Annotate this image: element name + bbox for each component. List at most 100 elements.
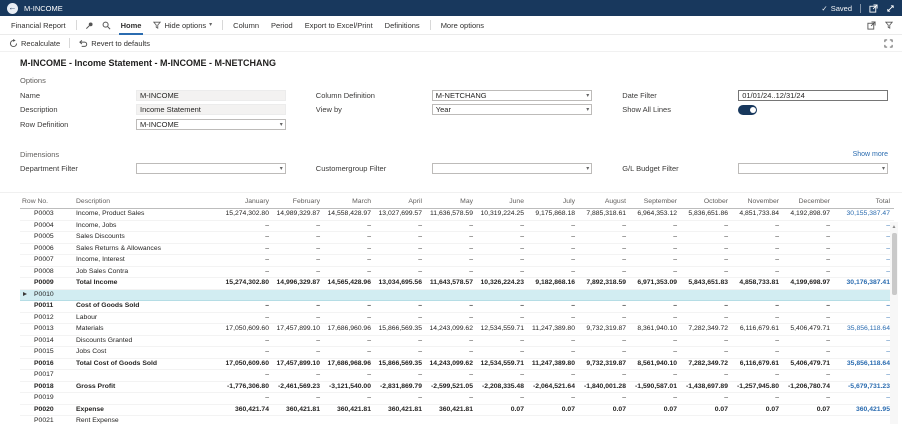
amount-cell[interactable]: -2,831,869.79 xyxy=(375,381,426,393)
amount-cell[interactable]: 360,421.81 xyxy=(426,404,477,416)
amount-cell[interactable]: -1,438,697.89 xyxy=(681,381,732,393)
table-row[interactable]: P0010 xyxy=(20,289,894,301)
table-row[interactable]: P0012Labour––––––––––––– xyxy=(20,312,894,324)
table-row[interactable]: P0005Sales Discounts––––––––––––– xyxy=(20,232,894,244)
amount-cell[interactable]: – xyxy=(579,393,630,405)
row-no-cell[interactable]: P0008 xyxy=(20,266,74,278)
amount-cell[interactable]: 9,732,319.87 xyxy=(579,358,630,370)
amount-cell[interactable]: – xyxy=(375,347,426,359)
amount-cell[interactable]: – xyxy=(375,266,426,278)
row-no-cell[interactable]: P0017 xyxy=(20,370,74,382)
amount-cell[interactable]: 17,050,609.60 xyxy=(222,358,273,370)
amount-cell[interactable] xyxy=(783,416,834,424)
amount-cell[interactable]: – xyxy=(324,232,375,244)
column-header[interactable]: January xyxy=(222,196,273,209)
amount-cell[interactable]: – xyxy=(324,393,375,405)
table-row[interactable]: P0014Discounts Granted––––––––––––– xyxy=(20,335,894,347)
amount-cell[interactable]: – xyxy=(579,243,630,255)
amount-cell[interactable]: 14,243,099.62 xyxy=(426,358,477,370)
amount-cell[interactable]: – xyxy=(528,301,579,313)
amount-cell[interactable]: – xyxy=(426,347,477,359)
amount-cell[interactable]: 6,964,353.12 xyxy=(630,209,681,221)
department-filter-select[interactable] xyxy=(136,163,286,174)
amount-cell[interactable]: – xyxy=(732,243,783,255)
amount-cell[interactable]: – xyxy=(273,220,324,232)
table-row[interactable]: P0011Cost of Goods Sold––––––––––––– xyxy=(20,301,894,313)
total-cell[interactable]: 35,856,118.64 xyxy=(834,358,894,370)
amount-cell[interactable]: 10,326,224.23 xyxy=(477,278,528,290)
amount-cell[interactable]: 17,457,899.10 xyxy=(273,324,324,336)
menu-period[interactable]: Period xyxy=(269,16,295,35)
amount-cell[interactable]: – xyxy=(222,393,273,405)
pin-icon[interactable] xyxy=(85,21,94,30)
amount-cell[interactable]: – xyxy=(630,232,681,244)
amount-cell[interactable]: – xyxy=(375,301,426,313)
amount-cell[interactable]: 5,406,479.71 xyxy=(783,324,834,336)
amount-cell[interactable] xyxy=(222,416,273,424)
amount-cell[interactable]: 14,996,329.87 xyxy=(273,278,324,290)
amount-cell[interactable]: 4,192,898.97 xyxy=(783,209,834,221)
amount-cell[interactable]: – xyxy=(630,347,681,359)
amount-cell[interactable] xyxy=(273,289,324,301)
description-cell[interactable]: Jobs Cost xyxy=(74,347,222,359)
menu-column[interactable]: Column xyxy=(231,16,261,35)
amount-cell[interactable]: – xyxy=(681,393,732,405)
amount-cell[interactable]: 15,866,569.35 xyxy=(375,324,426,336)
table-row[interactable]: P0017––––––––––––– xyxy=(20,370,894,382)
amount-cell[interactable]: – xyxy=(630,335,681,347)
amount-cell[interactable] xyxy=(732,289,783,301)
back-button[interactable]: ← xyxy=(7,3,18,14)
amount-cell[interactable]: – xyxy=(630,266,681,278)
amount-cell[interactable]: 6,116,679.61 xyxy=(732,358,783,370)
amount-cell[interactable]: – xyxy=(528,312,579,324)
amount-cell[interactable]: – xyxy=(477,335,528,347)
total-cell[interactable]: – xyxy=(834,243,894,255)
amount-cell[interactable]: – xyxy=(324,243,375,255)
amount-cell[interactable]: – xyxy=(426,335,477,347)
amount-cell[interactable]: – xyxy=(426,220,477,232)
amount-cell[interactable]: – xyxy=(783,220,834,232)
amount-cell[interactable]: – xyxy=(783,255,834,267)
menu-export-excel-print[interactable]: Export to Excel/Print xyxy=(303,16,375,35)
description-cell[interactable]: Sales Discounts xyxy=(74,232,222,244)
amount-cell[interactable]: – xyxy=(732,312,783,324)
amount-cell[interactable] xyxy=(579,416,630,424)
amount-cell[interactable]: – xyxy=(375,255,426,267)
amount-cell[interactable] xyxy=(528,289,579,301)
amount-cell[interactable]: – xyxy=(375,393,426,405)
amount-cell[interactable]: – xyxy=(732,301,783,313)
amount-cell[interactable]: – xyxy=(375,220,426,232)
row-no-cell[interactable]: P0003 xyxy=(20,209,74,221)
table-row[interactable]: P0008Job Sales Contra––––––––––––– xyxy=(20,266,894,278)
amount-cell[interactable]: – xyxy=(783,370,834,382)
amount-cell[interactable]: – xyxy=(324,220,375,232)
show-more-link[interactable]: Show more xyxy=(853,151,888,158)
fullscreen-icon[interactable] xyxy=(884,39,893,48)
row-no-cell[interactable]: P0015 xyxy=(20,347,74,359)
amount-cell[interactable]: 360,421.81 xyxy=(375,404,426,416)
amount-cell[interactable]: – xyxy=(375,232,426,244)
table-row[interactable]: P0013Materials17,050,609.6017,457,899.10… xyxy=(20,324,894,336)
amount-cell[interactable]: – xyxy=(783,232,834,244)
amount-cell[interactable]: – xyxy=(528,266,579,278)
amount-cell[interactable]: – xyxy=(579,266,630,278)
amount-cell[interactable]: – xyxy=(783,301,834,313)
description-cell[interactable]: Job Sales Contra xyxy=(74,266,222,278)
amount-cell[interactable]: – xyxy=(222,266,273,278)
amount-cell[interactable]: 9,182,868.16 xyxy=(528,278,579,290)
row-no-cell[interactable]: P0005 xyxy=(20,232,74,244)
amount-cell[interactable]: – xyxy=(528,243,579,255)
filter-icon[interactable] xyxy=(885,21,893,29)
amount-cell[interactable]: – xyxy=(426,266,477,278)
column-header[interactable]: July xyxy=(528,196,579,209)
amount-cell[interactable]: – xyxy=(273,232,324,244)
amount-cell[interactable]: – xyxy=(477,220,528,232)
amount-cell[interactable] xyxy=(375,289,426,301)
amount-cell[interactable]: – xyxy=(273,393,324,405)
customergroup-filter-select[interactable] xyxy=(432,163,592,174)
column-definition-select[interactable]: M-NETCHANG xyxy=(432,90,592,101)
amount-cell[interactable]: – xyxy=(630,370,681,382)
total-cell[interactable]: 30,155,387.47 xyxy=(834,209,894,221)
date-filter-input[interactable]: 01/01/24..12/31/24 xyxy=(738,90,888,101)
total-cell[interactable]: – xyxy=(834,220,894,232)
